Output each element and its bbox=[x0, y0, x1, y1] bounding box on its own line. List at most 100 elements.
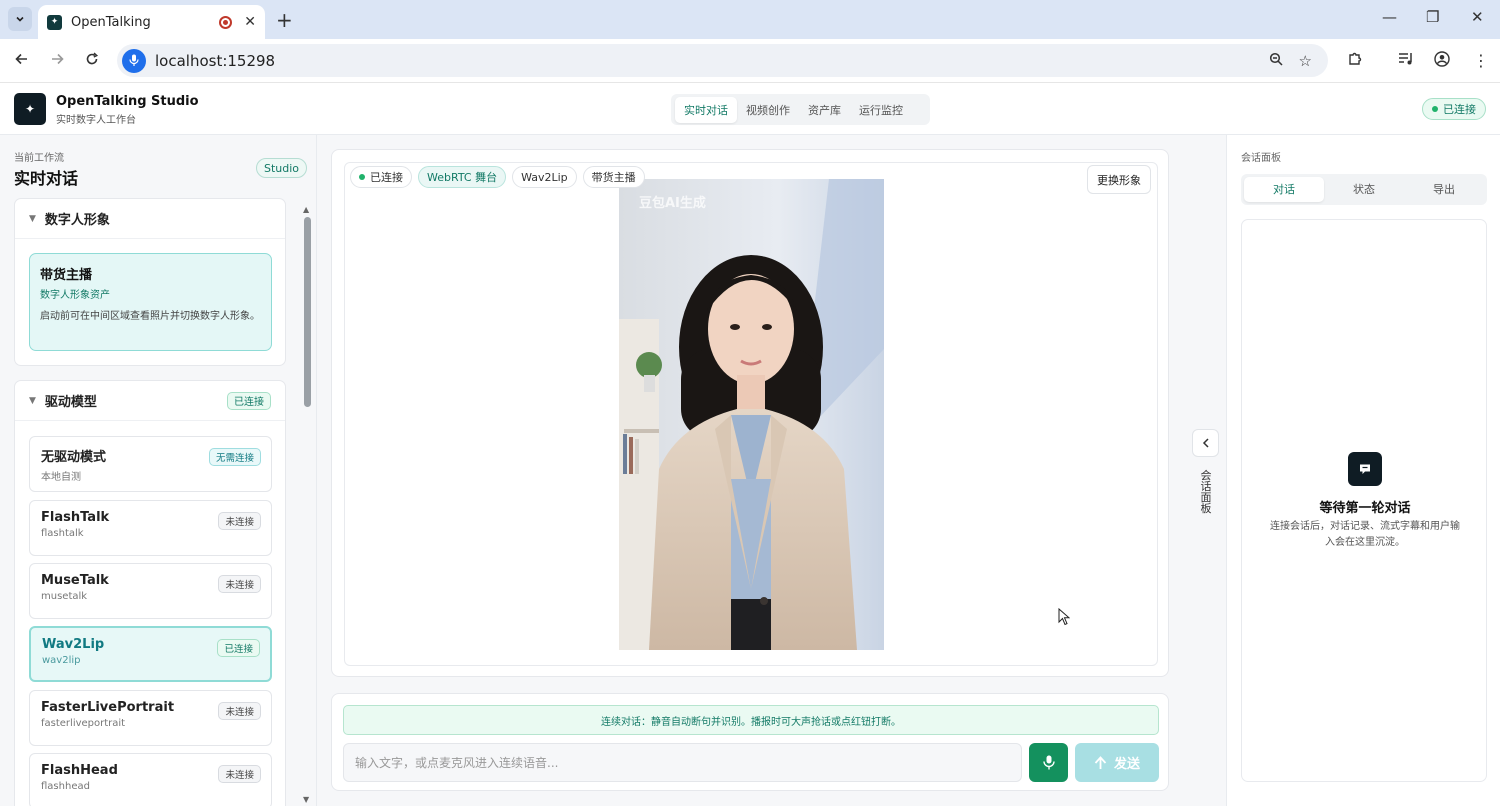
chevron-down-icon bbox=[16, 16, 24, 22]
chip-connected: 已连接 bbox=[350, 166, 412, 188]
bookmark-star-icon[interactable]: ☆ bbox=[1299, 52, 1312, 70]
brand-subtitle: 实时数字人工作台 bbox=[56, 115, 136, 126]
app-logo: ✦ bbox=[14, 93, 46, 125]
app-header: ✦ OpenTalking Studio 实时数字人工作台 实时对话 视频创作 … bbox=[0, 83, 1500, 135]
driver-model-panel: ▼ 驱动模型 已连接 无驱动模式 本地自测 无需连接 FlashTalk fla… bbox=[14, 380, 286, 806]
model-card-none[interactable]: 无驱动模式 本地自测 无需连接 bbox=[29, 436, 272, 492]
send-label: 发送 bbox=[1113, 757, 1140, 772]
avatar-panel-header[interactable]: ▼ 数字人形象 bbox=[15, 199, 285, 239]
chip-model: Wav2Lip bbox=[512, 166, 577, 188]
microphone-icon bbox=[1042, 755, 1055, 770]
send-button[interactable]: 发送 bbox=[1075, 743, 1159, 782]
model-card-musetalk[interactable]: MuseTalk musetalk 未连接 bbox=[29, 563, 272, 619]
forward-icon[interactable] bbox=[50, 51, 64, 70]
avatar-video: 豆包AI生成 bbox=[619, 179, 884, 650]
mic-permission-icon[interactable] bbox=[122, 48, 146, 73]
tab-monitoring[interactable]: 运行监控 bbox=[850, 97, 912, 123]
model-badge: 已连接 bbox=[217, 639, 260, 657]
session-panel: 会话面板 对话 状态 导出 等待第一轮对话 连接会话后，对话记录、流式字幕和用户… bbox=[1226, 135, 1500, 806]
model-card-flashtalk[interactable]: FlashTalk flashtalk 未连接 bbox=[29, 500, 272, 556]
session-panel-label: 会话面板 bbox=[1241, 153, 1281, 164]
studio-badge: Studio bbox=[256, 158, 308, 178]
arrow-up-icon bbox=[1094, 755, 1107, 769]
model-card-wav2lip[interactable]: Wav2Lip wav2lip 已连接 bbox=[29, 626, 272, 682]
reload-icon[interactable] bbox=[85, 51, 99, 70]
browser-menu-icon[interactable]: ⋮ bbox=[1473, 51, 1489, 70]
collapse-caret-icon: ▼ bbox=[29, 395, 36, 406]
model-panel-title: 驱动模型 bbox=[44, 395, 97, 410]
mouse-cursor-icon bbox=[1058, 608, 1070, 626]
browser-tab-strip: ✦ OpenTalking ✕ + — ❐ ✕ bbox=[0, 0, 1500, 39]
model-badge: 无需连接 bbox=[208, 448, 261, 466]
sidebar-scrollbar[interactable]: ▲ ▼ bbox=[303, 205, 311, 806]
swap-avatar-button[interactable]: 更换形象 bbox=[1087, 165, 1151, 194]
model-badge: 未连接 bbox=[218, 765, 261, 783]
model-badge: 未连接 bbox=[218, 702, 261, 720]
tab-asset-library[interactable]: 资产库 bbox=[799, 97, 850, 123]
avatar-panel-title: 数字人形象 bbox=[44, 213, 110, 228]
model-panel-header[interactable]: ▼ 驱动模型 已连接 bbox=[15, 381, 285, 421]
profile-icon[interactable] bbox=[1434, 51, 1450, 71]
brand-title: OpenTalking Studio bbox=[56, 94, 199, 109]
tab-realtime-chat[interactable]: 实时对话 bbox=[675, 96, 737, 123]
chevron-left-icon bbox=[1202, 438, 1209, 448]
media-control-icon[interactable] bbox=[1398, 51, 1415, 70]
tab-export[interactable]: 导出 bbox=[1404, 177, 1484, 202]
tab-search-button[interactable] bbox=[8, 7, 32, 31]
empty-state-title: 等待第一轮对话 bbox=[1319, 501, 1411, 516]
avatar-panel: ▼ 数字人形象 带货主播 数字人形象资产 启动前可在中间区域查看照片并切换数字人… bbox=[14, 198, 286, 366]
model-card-fasterliveportrait[interactable]: FasterLivePortrait fasterliveportrait 未连… bbox=[29, 690, 272, 746]
avatar-card[interactable]: 带货主播 数字人形象资产 启动前可在中间区域查看照片并切换数字人形象。 bbox=[29, 253, 272, 351]
omnibox[interactable]: localhost:15298 ☆ bbox=[117, 44, 1328, 77]
window-close-button[interactable]: ✕ bbox=[1471, 8, 1484, 26]
workflow-label: 当前工作流 bbox=[14, 153, 64, 164]
back-icon[interactable] bbox=[15, 51, 29, 70]
minimize-button[interactable]: — bbox=[1382, 8, 1397, 26]
url-text[interactable]: localhost:15298 bbox=[155, 52, 1269, 70]
restore-button[interactable]: ❐ bbox=[1426, 8, 1439, 26]
model-badge: 未连接 bbox=[218, 575, 261, 593]
model-badge: 未连接 bbox=[218, 512, 261, 530]
avatar-card-description: 启动前可在中间区域查看照片并切换数字人形象。 bbox=[40, 311, 260, 322]
recording-icon[interactable] bbox=[219, 15, 233, 29]
continuous-dialog-hint: 连续对话：静音自动断句并识别。播报时可大声抢话或点红钮打断。 bbox=[343, 705, 1159, 735]
address-bar: localhost:15298 ☆ ⋮ bbox=[0, 39, 1500, 83]
tab-status[interactable]: 状态 bbox=[1324, 177, 1404, 202]
favicon-icon: ✦ bbox=[47, 14, 62, 30]
connection-status-text: 已连接 bbox=[1443, 103, 1476, 116]
status-dot-icon bbox=[1432, 106, 1438, 112]
conversation-area: 等待第一轮对话 连接会话后，对话记录、流式字幕和用户输入会在这里沉淀。 bbox=[1241, 219, 1487, 782]
chat-composer: 连续对话：静音自动断句并识别。播报时可大声抢话或点红钮打断。 发送 bbox=[331, 693, 1169, 791]
stage-chips: 已连接 WebRTC 舞台 Wav2Lip 带货主播 bbox=[350, 166, 645, 188]
chip-webrtc: WebRTC 舞台 bbox=[418, 166, 507, 188]
collapse-caret-icon: ▼ bbox=[29, 213, 36, 224]
model-card-flashhead[interactable]: FlashHead flashhead 未连接 bbox=[29, 753, 272, 806]
ai-watermark: 豆包AI生成 bbox=[639, 196, 706, 211]
chat-input[interactable] bbox=[343, 743, 1022, 782]
tab-video-creation[interactable]: 视频创作 bbox=[737, 97, 799, 123]
session-panel-vertical-label[interactable]: 会话面板 bbox=[1199, 470, 1213, 514]
empty-state-description: 连接会话后，对话记录、流式字幕和用户输入会在这里沉淀。 bbox=[1270, 521, 1460, 548]
left-sidebar: 当前工作流 实时对话 Studio ▼ 数字人形象 带货主播 数字人形象资产 启… bbox=[0, 135, 317, 806]
collapse-panel-button[interactable] bbox=[1192, 429, 1219, 457]
mic-button[interactable] bbox=[1029, 743, 1068, 782]
scroll-down-icon[interactable]: ▼ bbox=[303, 795, 309, 804]
tab-conversation[interactable]: 对话 bbox=[1244, 177, 1324, 202]
tab-close-icon[interactable]: ✕ bbox=[244, 14, 256, 30]
chat-bubble-icon bbox=[1348, 452, 1382, 486]
zoom-icon[interactable] bbox=[1269, 52, 1283, 70]
model-status-badge: 已连接 bbox=[227, 391, 271, 410]
browser-tab[interactable]: ✦ OpenTalking ✕ bbox=[38, 5, 265, 39]
new-tab-button[interactable]: + bbox=[276, 8, 293, 32]
scroll-thumb[interactable] bbox=[304, 217, 311, 407]
scroll-up-icon[interactable]: ▲ bbox=[303, 205, 309, 214]
model-id: 本地自测 bbox=[41, 472, 81, 483]
extensions-icon[interactable] bbox=[1347, 51, 1363, 71]
workflow-title: 实时对话 bbox=[14, 169, 79, 188]
video-stage: 已连接 WebRTC 舞台 Wav2Lip 带货主播 更换形象 豆包AI生成 bbox=[344, 162, 1158, 666]
avatar-card-subtitle: 数字人形象资产 bbox=[40, 290, 110, 301]
avatar-portrait-image bbox=[619, 179, 884, 650]
main-nav-tabs: 实时对话 视频创作 资产库 运行监控 bbox=[671, 94, 930, 125]
avatar-card-title: 带货主播 bbox=[40, 268, 93, 283]
chip-avatar: 带货主播 bbox=[582, 166, 645, 188]
